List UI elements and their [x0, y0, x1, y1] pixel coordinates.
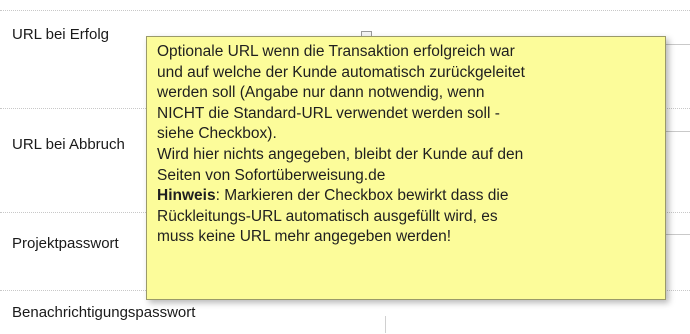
tooltip-line: werden soll (Angabe nur dann notwendig, …: [157, 84, 485, 102]
tooltip-line: Wird hier nichts angegeben, bleibt der K…: [157, 145, 524, 163]
success-url-label: URL bei Erfolg: [12, 26, 109, 43]
tooltip-line: muss keine URL mehr angegeben werden!: [157, 228, 452, 246]
tooltip-line: NICHT die Standard-URL verwendet werden …: [157, 104, 500, 122]
project-password-label: Projektpasswort: [12, 235, 119, 252]
abort-url-label: URL bei Abbruch: [12, 136, 125, 153]
notification-password-label: Benachrichtigungspasswort: [12, 304, 196, 321]
tooltip-line: Optionale URL wenn die Transaktion erfol…: [157, 43, 515, 60]
settings-form: URL bei Erfolg URL bei Abbruch Projektpa…: [0, 0, 690, 333]
help-tooltip: Optionale URL wenn die Transaktion erfol…: [146, 36, 666, 300]
hint-label: Hinweis: [157, 187, 216, 205]
hint-text: : Markieren der Checkbox bewirkt dass di…: [215, 187, 509, 205]
tooltip-line: und auf welche der Kunde automatisch zur…: [157, 63, 525, 81]
notification-password-input[interactable]: [385, 316, 386, 333]
tooltip-line: Seiten von Sofortüberweisung.de: [157, 166, 386, 184]
tooltip-line: Rückleitungs-URL automatisch ausgefüllt …: [157, 207, 498, 225]
tooltip-hint-line: Hinweis: Markieren der Checkbox bewirkt …: [157, 186, 655, 207]
tooltip-line: siehe Checkbox).: [157, 125, 277, 143]
